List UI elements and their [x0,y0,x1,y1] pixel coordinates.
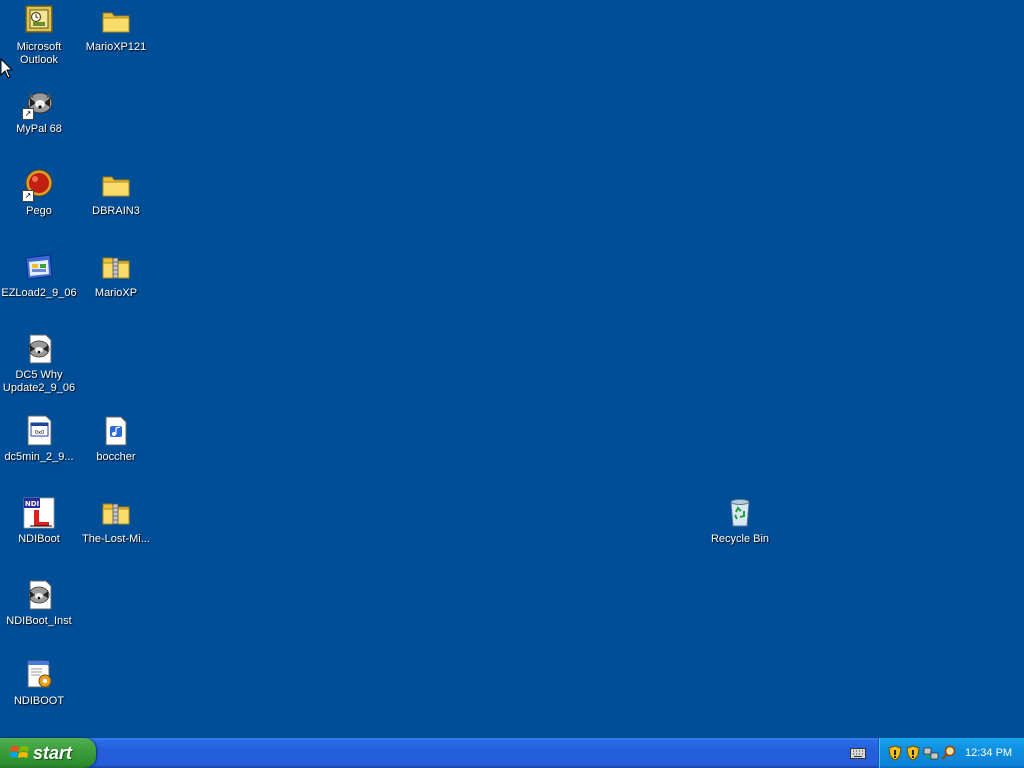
security-shield-icon[interactable] [905,745,921,761]
desktop-icon-ndiboot[interactable]: NDI NDIBoot [1,496,77,546]
desktop-icon-label: MarioXP [94,287,138,299]
desktop-icon-label: MarioXP121 [85,41,147,53]
desktop-icon-label: NDIBoot [18,533,60,545]
desktop-icon-label: Recycle Bin [710,533,770,545]
svg-text:NDI: NDI [25,500,39,508]
desktop[interactable]: Microsoft Outlook MarioXP121 ↗ MyPal 68 … [0,0,1024,738]
raccoon-document-icon [22,332,56,366]
svg-text:0x0: 0x0 [35,430,44,436]
folder-icon [99,168,133,202]
keyboard-icon[interactable] [850,747,866,759]
windows-logo-icon [10,746,29,758]
folder-icon [99,4,133,38]
security-shield-icon[interactable] [887,745,903,761]
desktop-icon-label: The-Lost-Mi... [82,533,150,545]
desktop-icon-mypal-68[interactable]: ↗ MyPal 68 [1,86,77,136]
desktop-icon-pego[interactable]: ↗ Pego [1,168,77,218]
start-label: start [33,743,73,763]
desktop-icon-boccher[interactable]: boccher [78,414,154,464]
desktop-icon-label: MyPal 68 [16,123,62,135]
desktop-icon-the-lost-mi[interactable]: The-Lost-Mi... [78,496,154,546]
settings-document-icon [22,658,56,692]
shortcut-arrow-icon: ↗ [22,108,34,120]
desktop-icon-ndiboot-inst[interactable]: NDIBoot_Inst [1,578,77,628]
search-icon[interactable] [941,745,957,761]
mouse-pointer-icon [0,58,14,79]
raccoon-document-icon [22,578,56,612]
ndi-app-icon: NDI [22,496,56,530]
desktop-icon-ezload2-9-06[interactable]: EZLoad2_9_06 [1,250,77,300]
desktop-icon-recycle-bin[interactable]: Recycle Bin [702,496,778,546]
outlook-icon [22,4,56,38]
clock[interactable]: 12:34 PM [965,738,1012,768]
desktop-icon-dc5-why-update[interactable]: DC5 Why Update2_9_06 [1,332,77,395]
raccoon-shortcut-icon: ↗ [22,86,56,120]
taskbar: start 12:34 PM [0,738,1024,768]
shortcut-arrow-icon: ↗ [22,190,34,202]
desktop-icon-ndiboot-config[interactable]: NDIBOOT [1,658,77,708]
network-icon[interactable] [923,745,939,761]
desktop-icon-dc5min[interactable]: 0x0 dc5min_2_9... [1,414,77,464]
desktop-icon-label: EZLoad2_9_06 [1,287,77,299]
executable-document-icon: 0x0 [22,414,56,448]
desktop-icon-label: NDIBoot_Inst [6,615,72,627]
desktop-icon-label: boccher [96,451,136,463]
window-app-icon [22,250,56,284]
start-button[interactable]: start [0,738,96,768]
desktop-icon-label: DBRAIN3 [92,205,140,217]
desktop-icon-label: DC5 Why Update2_9_06 [2,369,76,394]
red-ball-shortcut-icon: ↗ [22,168,56,202]
desktop-icon-label: dc5min_2_9... [4,451,74,463]
audio-document-icon [99,414,133,448]
zip-folder-icon [99,250,133,284]
desktop-icon-marioxp121[interactable]: MarioXP121 [78,4,154,54]
recycle-bin-icon [723,496,757,530]
system-tray: 12:34 PM [878,738,1024,768]
desktop-icon-marioxp[interactable]: MarioXP [78,250,154,300]
desktop-icon-dbrain3[interactable]: DBRAIN3 [78,168,154,218]
zip-folder-icon [99,496,133,530]
desktop-icon-label: NDIBOOT [13,695,65,707]
desktop-icon-label: Pego [26,205,52,217]
